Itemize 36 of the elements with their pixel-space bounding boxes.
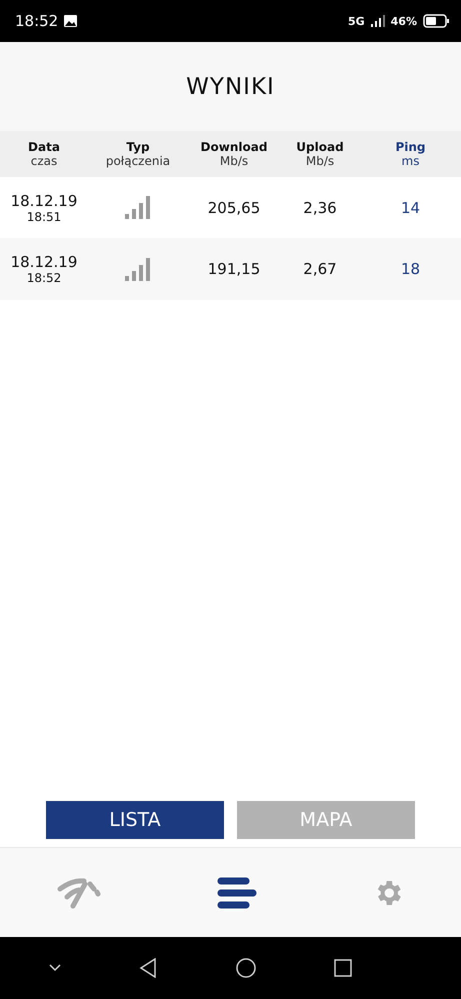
ping-value: 14	[400, 198, 420, 216]
time-text: 18:51	[26, 210, 62, 224]
back-icon[interactable]	[139, 958, 158, 978]
page-title: WYNIKI	[186, 74, 275, 100]
signal-icon	[370, 15, 385, 27]
recents-icon[interactable]	[334, 959, 352, 977]
time-text: 18:52	[26, 271, 62, 285]
column-unit: ms	[402, 154, 420, 168]
signal-bars-icon	[125, 258, 151, 280]
upload-value: 2,36	[303, 198, 337, 216]
column-unit: Mb/s	[220, 154, 248, 168]
column-unit: czas	[30, 154, 58, 168]
column-header: Typ	[126, 140, 150, 154]
view-tab[interactable]: LISTA	[46, 801, 224, 839]
signal-bars-icon	[125, 196, 151, 219]
network-type: 5G	[348, 14, 365, 28]
clock: 18:52	[15, 12, 58, 30]
column-header: Download	[200, 140, 268, 154]
date-text: 18.12.19	[10, 192, 78, 210]
chevron-down-icon[interactable]	[49, 964, 62, 972]
date-text: 18.12.19	[10, 253, 78, 271]
battery-percent: 46%	[390, 14, 417, 28]
result-row[interactable]: 18.12.19 18:52 191,15 2,67 18	[0, 238, 461, 300]
column-header: Ping	[395, 140, 426, 154]
ping-value: 18	[400, 260, 420, 278]
column-unit: Mb/s	[306, 154, 334, 168]
battery-icon	[423, 14, 449, 28]
image-icon	[64, 15, 78, 27]
download-value: 191,15	[208, 260, 260, 278]
menu-icon[interactable]	[217, 876, 258, 908]
column-header: Upload	[296, 140, 344, 154]
download-value: 205,65	[208, 198, 260, 216]
upload-value: 2,67	[303, 260, 337, 278]
home-icon[interactable]	[236, 958, 256, 978]
column-header: Data	[28, 140, 60, 154]
column-unit: połączenia	[106, 154, 170, 168]
